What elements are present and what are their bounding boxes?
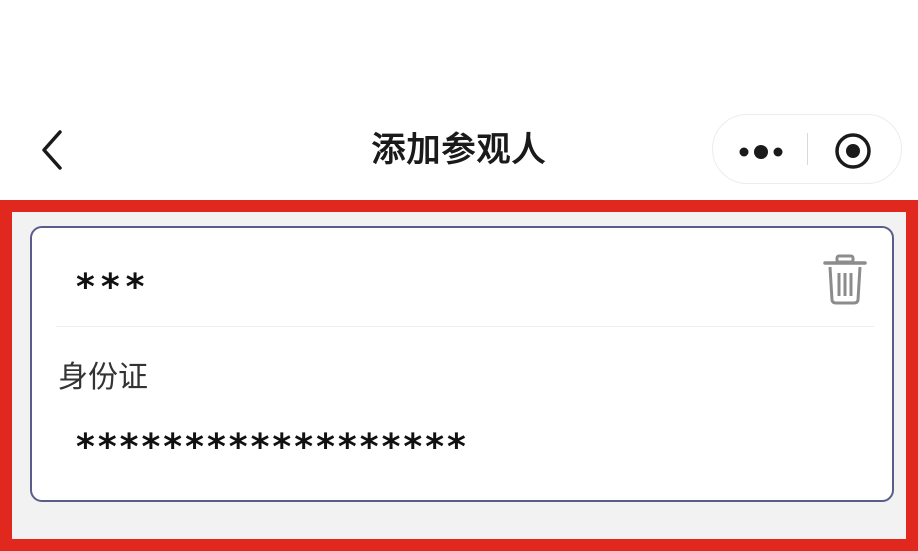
more-dots-icon	[739, 145, 783, 159]
close-mini-program-button[interactable]	[809, 115, 901, 183]
mini-program-capsule	[712, 114, 902, 184]
page: 添加参观人 *** 身份证 ******************	[0, 0, 918, 551]
navigation-bar: 添加参观人	[0, 100, 918, 200]
capsule-divider	[807, 133, 808, 165]
id-number: ******************	[76, 427, 469, 468]
visitor-name: ***	[76, 267, 151, 308]
more-button[interactable]	[713, 115, 807, 183]
id-type-label: 身份证	[58, 360, 148, 395]
delete-visitor-button[interactable]	[820, 250, 870, 306]
trash-icon	[823, 254, 867, 305]
visitor-card[interactable]: *** 身份证 ******************	[30, 226, 894, 502]
target-circle-icon	[835, 133, 871, 169]
card-divider	[56, 326, 874, 327]
